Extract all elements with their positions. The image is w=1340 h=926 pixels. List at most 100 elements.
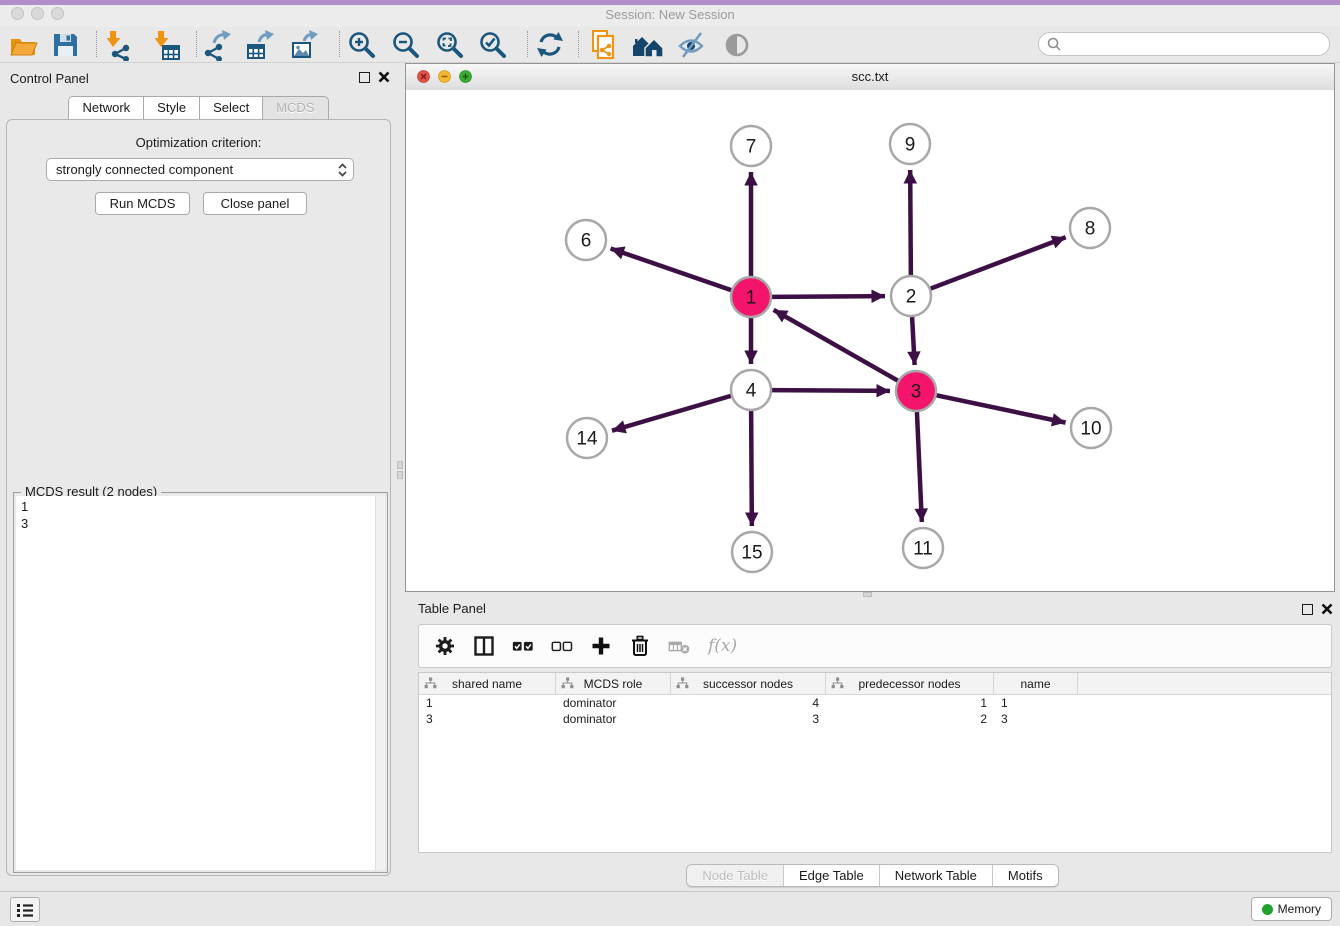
edge-1-2[interactable] (772, 296, 885, 297)
float-panel-icon[interactable] (359, 72, 370, 83)
mcds-tab-content: Optimization criterion: strongly connect… (6, 119, 391, 876)
search-input[interactable] (1038, 32, 1330, 56)
mcds-result-scrollbar[interactable] (375, 496, 385, 870)
titlebar: Session: New Session (0, 5, 1340, 27)
tab-network-table[interactable]: Network Table (879, 865, 992, 886)
edge-3-10[interactable] (937, 395, 1066, 422)
close-table-panel-icon[interactable] (1321, 603, 1333, 615)
tab-node-table[interactable]: Node Table (687, 865, 783, 886)
network-window-title: scc.txt (406, 64, 1334, 89)
function-builder-button-disabled: f(x) (706, 634, 737, 658)
close-panel-button[interactable]: Close panel (203, 192, 307, 215)
column-header-predecessor-nodes[interactable]: predecessor nodes (826, 673, 994, 694)
zoom-out-button[interactable] (389, 29, 423, 61)
run-mcds-button[interactable]: Run MCDS (95, 192, 190, 215)
attribute-tree-icon (831, 677, 844, 689)
main-toolbar (0, 27, 1340, 63)
column-header-successor-nodes[interactable]: successor nodes (671, 673, 826, 694)
toggle-panel-layout-button[interactable] (472, 634, 496, 658)
table-panel-title: Table Panel (418, 601, 486, 616)
reset-views-button[interactable] (631, 29, 665, 61)
edge-3-11[interactable] (917, 412, 922, 522)
eye-icon (722, 30, 752, 60)
export-table-button[interactable] (244, 29, 278, 61)
tab-style[interactable]: Style (143, 96, 200, 120)
apply-layout-button[interactable] (533, 29, 567, 61)
edge-2-3[interactable] (912, 317, 915, 365)
houses-icon (631, 29, 665, 61)
column-header-shared-name[interactable]: shared name (419, 673, 556, 694)
mcds-result-group: MCDS result (2 nodes) 1 3 (13, 492, 388, 873)
table-row[interactable]: 3dominator323 (419, 711, 1331, 727)
hide-panels-button[interactable] (675, 29, 709, 61)
open-session-button[interactable] (6, 29, 40, 61)
table-cell: 1 (826, 695, 994, 711)
trash-icon (628, 634, 652, 658)
task-history-button[interactable] (10, 897, 40, 922)
node-table: shared name MCDS role successor (418, 672, 1332, 853)
eye-slash-icon (676, 29, 708, 61)
table-row[interactable]: 1dominator411 (419, 695, 1331, 711)
edge-2-9[interactable] (910, 170, 911, 275)
control-panel-title: Control Panel (10, 71, 89, 86)
column-header-label: name (1020, 677, 1050, 691)
toolbar-separator (527, 31, 528, 57)
node-label-3: 3 (911, 382, 922, 403)
mcds-result-text[interactable]: 1 3 (16, 496, 376, 870)
tab-motifs[interactable]: Motifs (992, 865, 1058, 886)
column-header-mcds-role[interactable]: MCDS role (556, 673, 671, 694)
show-panels-button[interactable] (720, 29, 754, 61)
edge-4-3[interactable] (772, 390, 890, 391)
network-canvas[interactable]: 7968124314101511 (406, 90, 1334, 591)
status-bar: Memory (0, 891, 1340, 926)
import-network-button[interactable] (101, 29, 135, 61)
table-body: 1dominator4113dominator323 (419, 695, 1331, 727)
export-image-button[interactable] (288, 29, 322, 61)
list-icon (15, 901, 35, 919)
unchecked-boxes-icon (550, 634, 574, 658)
float-table-panel-icon[interactable] (1302, 604, 1313, 615)
vertical-splitter-handle[interactable] (397, 461, 404, 483)
document-network-icon (588, 29, 620, 61)
tab-network[interactable]: Network (68, 96, 144, 120)
edge-4-15[interactable] (751, 411, 752, 526)
export-network-button[interactable] (201, 29, 235, 61)
export-image-icon (289, 29, 321, 61)
edge-1-6[interactable] (611, 248, 732, 290)
save-session-button[interactable] (48, 29, 82, 61)
tab-mcds[interactable]: MCDS (262, 96, 328, 120)
plus-icon (589, 634, 613, 658)
tab-edge-table[interactable]: Edge Table (783, 865, 879, 886)
table-cell: 3 (419, 711, 556, 727)
edge-2-8[interactable] (931, 237, 1066, 288)
memory-button[interactable]: Memory (1251, 897, 1332, 921)
edge-3-1[interactable] (774, 310, 898, 381)
delete-column-button[interactable] (628, 634, 652, 658)
window-title: Session: New Session (0, 5, 1340, 25)
select-all-button[interactable] (511, 634, 535, 658)
tab-select[interactable]: Select (199, 96, 263, 120)
add-column-button[interactable] (589, 634, 613, 658)
network-window-titlebar[interactable]: scc.txt (406, 64, 1334, 91)
new-network-button[interactable] (587, 29, 621, 61)
node-label-15: 15 (741, 543, 762, 564)
edge-4-14[interactable] (612, 396, 731, 431)
search-icon (1046, 36, 1062, 52)
zoom-in-button[interactable] (345, 29, 379, 61)
import-table-button[interactable] (149, 29, 183, 61)
zoom-fit-button[interactable] (433, 29, 467, 61)
optimization-criterion-select[interactable]: strongly connected component (46, 158, 354, 181)
toolbar-separator (578, 31, 579, 57)
import-table-icon (150, 29, 182, 61)
deselect-all-button[interactable] (550, 634, 574, 658)
table-settings-button[interactable] (433, 634, 457, 658)
node-label-14: 14 (576, 429, 598, 450)
column-header-name[interactable]: name (994, 673, 1078, 694)
close-panel-icon[interactable] (378, 71, 390, 83)
node-label-10: 10 (1080, 419, 1101, 440)
network-view-window: scc.txt 7968124314101511 (405, 63, 1335, 592)
attribute-tree-icon (676, 677, 689, 689)
toolbar-separator (339, 31, 340, 57)
zoom-selected-button[interactable] (476, 29, 510, 61)
table-cell: 1 (419, 695, 556, 711)
